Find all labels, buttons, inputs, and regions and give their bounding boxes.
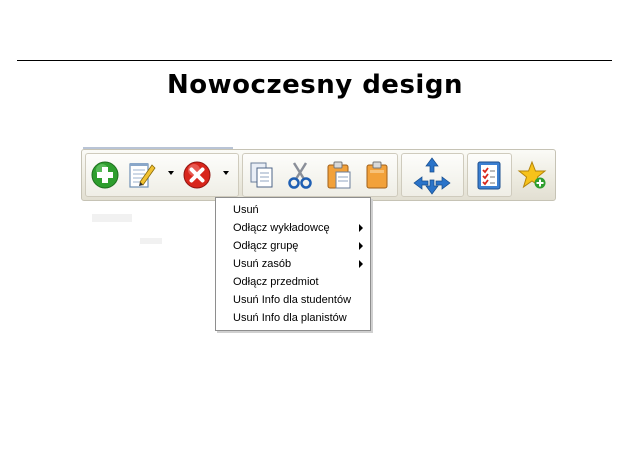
background-artifact [140, 238, 162, 244]
move-arrows-icon [413, 157, 451, 195]
submenu-arrow-icon [359, 242, 363, 250]
delete-button[interactable] [182, 160, 212, 190]
delete-dropdown-menu: Usuń Odłącz wykładowcę Odłącz grupę Usuń… [215, 197, 371, 331]
menu-item-usun-info-studentow[interactable]: Usuń Info dla studentów [216, 291, 370, 309]
slide-title: Nowoczesny design [167, 70, 463, 100]
menu-item-label: Odłącz wykładowcę [233, 222, 330, 234]
checklist-button[interactable] [474, 160, 504, 190]
submenu-arrow-icon [359, 224, 363, 232]
clipboard-button[interactable] [362, 160, 392, 190]
menu-item-label: Odłącz grupę [233, 240, 299, 252]
background-artifact [92, 214, 132, 222]
submenu-arrow-icon [359, 260, 363, 268]
cut-button[interactable] [285, 160, 315, 190]
move-button[interactable] [412, 156, 452, 196]
toolbar [81, 149, 556, 201]
menu-item-label: Usuń zasób [233, 258, 292, 270]
add-favorite-button[interactable] [517, 160, 547, 190]
checklist-icon [477, 161, 501, 190]
edit-button[interactable] [126, 160, 156, 190]
delete-icon [183, 161, 211, 189]
menu-item-label: Usuń Info dla studentów [233, 294, 352, 306]
star-add-icon [517, 160, 547, 189]
add-button[interactable] [90, 160, 120, 190]
menu-item-usun-zasob[interactable]: Usuń zasób [216, 255, 370, 273]
menu-item-odlacz-wykladowce[interactable]: Odłącz wykładowcę [216, 219, 370, 237]
menu-item-odlacz-przedmiot[interactable]: Odłącz przedmiot [216, 273, 370, 291]
menu-item-odlacz-grupe[interactable]: Odłącz grupę [216, 237, 370, 255]
edit-dropdown-arrow[interactable] [168, 171, 174, 175]
paste-icon [327, 161, 351, 189]
add-icon [91, 161, 119, 189]
menu-item-label: Usuń [233, 204, 259, 216]
copy-icon [250, 162, 273, 188]
copy-button[interactable] [247, 160, 277, 190]
cut-scissors-icon [288, 162, 312, 189]
edit-notepad-icon [129, 163, 156, 188]
top-divider [17, 60, 612, 61]
menu-item-label: Odłącz przedmiot [233, 276, 319, 288]
paste-button[interactable] [324, 160, 354, 190]
delete-dropdown-arrow[interactable] [223, 171, 229, 175]
menu-item-usun[interactable]: Usuń [216, 201, 370, 219]
clipboard-icon [366, 161, 388, 189]
menu-item-label: Usuń Info dla planistów [233, 312, 347, 324]
menu-item-usun-info-planistow[interactable]: Usuń Info dla planistów [216, 309, 370, 327]
